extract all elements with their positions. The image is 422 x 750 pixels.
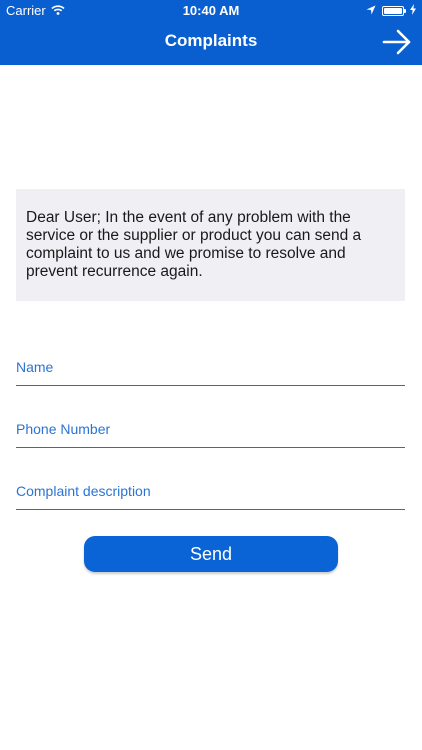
phone-number-input[interactable]	[16, 421, 405, 437]
complaint-description-input[interactable]	[16, 483, 405, 499]
status-indicators	[366, 3, 416, 18]
battery-icon	[382, 5, 406, 16]
navigation-bar: Carrier 10:40 AM Complaints	[0, 0, 422, 65]
status-bar: Carrier 10:40 AM	[0, 0, 422, 22]
page-title: Complaints	[164, 31, 258, 50]
info-message-box: Dear User; In the event of any problem w…	[16, 189, 405, 301]
location-arrow-icon	[366, 3, 376, 18]
name-field	[16, 346, 405, 386]
phone-field	[16, 408, 405, 448]
status-time: 10:40 AM	[182, 3, 240, 18]
name-input[interactable]	[16, 359, 405, 375]
arrow-right-icon	[382, 29, 412, 60]
charging-bolt-icon	[410, 3, 416, 18]
description-field	[16, 470, 405, 510]
forward-button[interactable]	[382, 28, 412, 56]
battery-level	[384, 7, 402, 14]
complaints-screen: Carrier 10:40 AM Complaints Dear User; I…	[0, 0, 422, 750]
info-message: Dear User; In the event of any problem w…	[26, 209, 362, 280]
send-button[interactable]: Send	[84, 536, 338, 572]
